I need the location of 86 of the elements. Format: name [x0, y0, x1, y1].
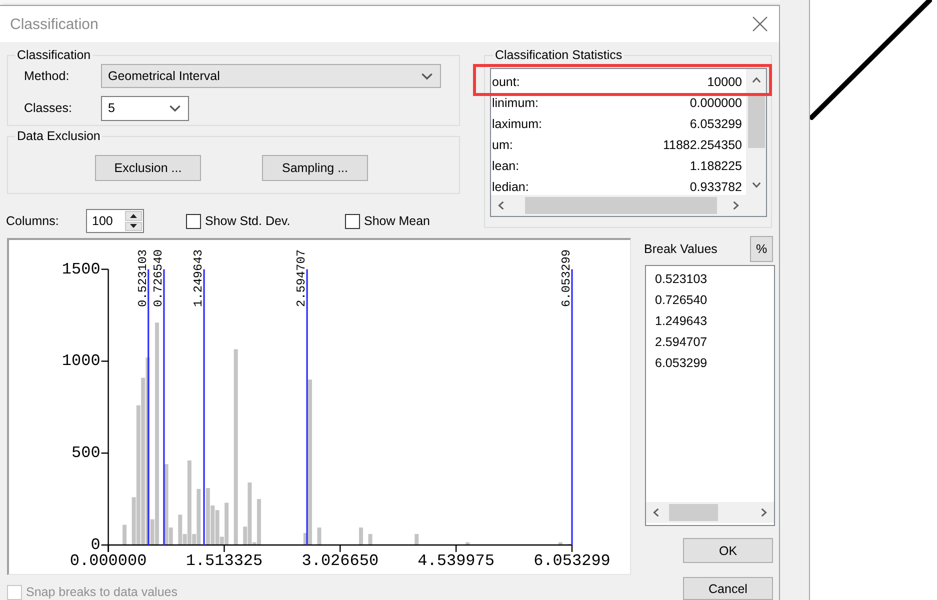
statistic-name: um: [492, 138, 513, 152]
break-value-item[interactable]: 2.594707 [655, 331, 774, 352]
statistic-name: ount: [492, 74, 520, 88]
x-tick-label: 4.539975 [418, 552, 494, 570]
group-label: Classification Statistics [494, 48, 624, 63]
statistic-name: lean: [492, 158, 520, 172]
chevron-right-icon[interactable] [733, 201, 739, 210]
chevron-up-icon[interactable] [752, 76, 760, 82]
chevron-down-icon[interactable] [752, 182, 760, 188]
statistic-value: 10000 [707, 74, 742, 88]
classes-label: Classes: [24, 101, 73, 115]
statistic-value: 0.933782 [690, 180, 742, 194]
classes-dropdown[interactable]: 5 [101, 96, 189, 120]
y-tick-label: 500 [72, 444, 100, 462]
ok-button[interactable]: OK [683, 538, 773, 563]
break-values-label: Break Values [644, 242, 718, 256]
sampling-button[interactable]: Sampling ... [262, 155, 368, 181]
break-value-item[interactable]: 0.726540 [655, 289, 774, 310]
x-tick-label: 6.053299 [534, 552, 610, 570]
statistic-value: 6.053299 [690, 116, 742, 130]
x-tick-label: 0.000000 [70, 552, 147, 570]
chevron-left-icon[interactable] [653, 508, 659, 517]
break-value-item[interactable]: 1.249643 [655, 310, 774, 331]
checkbox[interactable] [345, 214, 360, 228]
spin-down-button[interactable] [125, 222, 142, 231]
exclusion-button[interactable]: Exclusion ... [95, 155, 201, 181]
checkbox-label[interactable]: Show Mean [364, 214, 430, 228]
triangle-down-icon [130, 224, 137, 228]
chevron-left-icon[interactable] [498, 201, 504, 210]
close-icon [752, 16, 768, 32]
break-value-label: 6.053299 [560, 249, 574, 307]
break-value-item[interactable]: 6.053299 [655, 352, 774, 373]
break-value-label: 1.249643 [192, 249, 206, 307]
checkbox[interactable] [186, 214, 201, 228]
y-tick-label: 1500 [62, 260, 100, 278]
statistics-list[interactable]: ount: 10000 linimum: 0.000000 laximum: 6.053299 um: 11882.254350 lean: 1.188225 ledian: 0.933782 [490, 68, 767, 217]
histogram-bar [466, 542, 470, 545]
statistic-value: 11882.254350 [662, 138, 742, 152]
y-tick-label: 0 [90, 536, 100, 554]
checkbox-label[interactable]: Show Std. Dev. [205, 214, 290, 228]
histogram-bar [317, 528, 322, 545]
break-values-list[interactable]: 0.523103 0.726540 1.249643 2.594707 6.053299 [645, 265, 775, 526]
histogram-bar [359, 528, 363, 545]
horizontal-scrollbar[interactable] [491, 195, 766, 216]
method-label: Method: [24, 69, 70, 83]
horizontal-scrollbar[interactable] [646, 502, 774, 523]
vertical-scrollbar[interactable] [746, 69, 766, 195]
break-value-label: 0.523103 [136, 249, 150, 307]
window-title: Classification [10, 16, 98, 32]
chevron-down-icon [421, 72, 433, 80]
statistic-name: laximum: [492, 116, 542, 130]
group-label: Classification [16, 48, 92, 63]
checkbox-label: Snap breaks to data values [26, 585, 178, 599]
percent-button[interactable]: % [750, 236, 773, 262]
statistic-value: 1.188225 [690, 158, 742, 172]
break-value-item[interactable]: 0.523103 [655, 268, 774, 289]
columns-label: Columns: [6, 214, 60, 228]
x-tick-label: 3.026650 [302, 552, 379, 570]
statistic-name: linimum: [492, 96, 539, 110]
break-line[interactable] [306, 269, 308, 545]
break-line[interactable] [571, 269, 573, 545]
cancel-button[interactable]: Cancel [683, 577, 773, 600]
group-label: Data Exclusion [16, 129, 102, 144]
y-tick-label: 1000 [62, 352, 100, 370]
scrollbar-thumb[interactable] [525, 197, 717, 214]
histogram-bar [414, 534, 419, 545]
columns-spinbox[interactable]: 100 [86, 209, 144, 233]
method-dropdown[interactable]: Geometrical Interval [101, 64, 441, 88]
chevron-right-icon[interactable] [761, 508, 767, 517]
close-button[interactable] [752, 16, 768, 32]
scrollbar-thumb[interactable] [748, 95, 764, 148]
scrollbar-thumb[interactable] [669, 504, 718, 521]
histogram-bar [558, 542, 562, 545]
chevron-down-icon [169, 104, 181, 112]
break-value-label: 2.594707 [294, 249, 309, 307]
statistic-value: 0.000000 [690, 96, 742, 110]
histogram-bar [368, 534, 372, 545]
x-tick-label: 1.513325 [186, 552, 263, 570]
histogram-bar [122, 524, 127, 545]
break-value-label: 0.726540 [151, 249, 166, 307]
break-line[interactable] [163, 269, 165, 545]
statistic-name: ledian: [492, 180, 529, 194]
spin-up-button[interactable] [125, 211, 142, 220]
break-line[interactable] [148, 269, 150, 545]
break-line[interactable] [203, 269, 205, 545]
triangle-up-icon [130, 214, 137, 218]
